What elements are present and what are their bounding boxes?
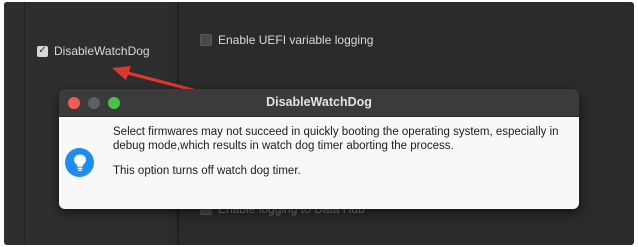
popup-message-body: Select firmwares may not succeed in quic… [113, 126, 559, 152]
left-edge-divider [24, 2, 25, 245]
popup-message: Select firmwares may not succeed in quic… [113, 126, 563, 179]
popup-title: DisableWatchDog [266, 95, 372, 109]
uefi-logging-option[interactable]: Enable UEFI variable logging [200, 33, 373, 47]
disable-watchdog-label: DisableWatchDog [54, 44, 150, 58]
lightbulb-icon [65, 148, 94, 177]
popup-message-note: This option turns off watch dog timer. [113, 165, 301, 177]
popup-titlebar: DisableWatchDog [59, 89, 579, 117]
disable-watchdog-option[interactable]: ✓ DisableWatchDog [37, 44, 150, 58]
info-popup: DisableWatchDog Select firmwares may not… [59, 89, 579, 209]
disable-watchdog-checkbox[interactable]: ✓ [37, 45, 48, 57]
uefi-logging-checkbox[interactable] [200, 34, 212, 46]
uefi-logging-label: Enable UEFI variable logging [218, 33, 374, 47]
popup-content: Select firmwares may not succeed in quic… [59, 117, 579, 209]
